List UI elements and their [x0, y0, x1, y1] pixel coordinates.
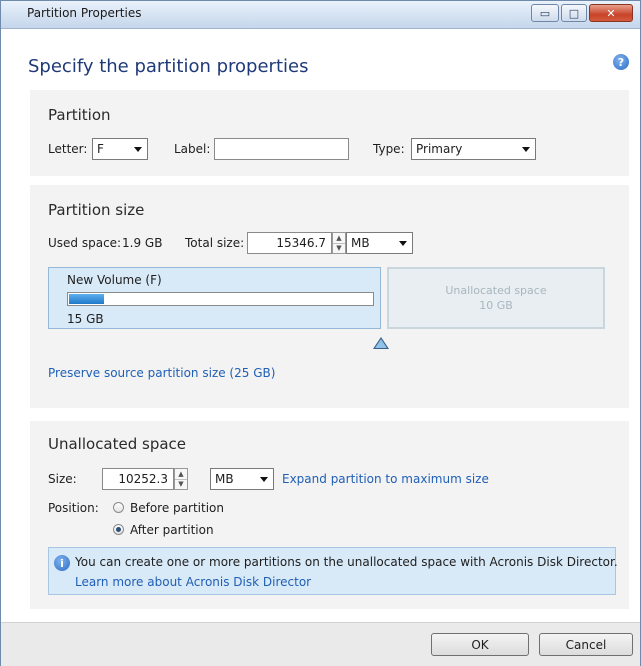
- preserve-size-link[interactable]: Preserve source partition size (25 GB): [48, 366, 275, 380]
- title-bar: Partition Properties ▭ □ ✕: [1, 1, 640, 29]
- volume-name: New Volume (F): [67, 273, 162, 287]
- resize-handle-icon[interactable]: [373, 337, 389, 349]
- total-size-unit: MB: [351, 236, 370, 250]
- volume-size: 15 GB: [67, 312, 104, 326]
- chevron-down-icon: [399, 241, 407, 246]
- partition-properties-window: Partition Properties ▭ □ ✕ Specify the p…: [0, 0, 641, 666]
- before-partition-radio[interactable]: [113, 502, 124, 513]
- info-icon: i: [54, 555, 70, 571]
- unallocated-space-block: Unallocated space 10 GB: [387, 267, 605, 329]
- unallocated-size-stepper[interactable]: ▲ ▼: [174, 468, 188, 490]
- type-value: Primary: [416, 142, 463, 156]
- close-icon: ✕: [606, 6, 616, 20]
- partition-volume-block[interactable]: New Volume (F) 15 GB: [48, 267, 381, 329]
- after-partition-label[interactable]: After partition: [130, 523, 214, 537]
- label-input[interactable]: [214, 138, 349, 160]
- after-partition-radio[interactable]: [113, 524, 124, 535]
- window-title: Partition Properties: [27, 6, 142, 20]
- total-size-unit-select[interactable]: MB: [346, 232, 413, 254]
- spin-down-icon[interactable]: ▼: [175, 479, 187, 489]
- unallocated-size-input[interactable]: 10252.3: [102, 468, 174, 490]
- info-text: You can create one or more partitions on…: [75, 555, 618, 569]
- dialog-footer: OK Cancel: [1, 622, 640, 666]
- unallocated-unit: MB: [215, 472, 234, 486]
- label-label: Label:: [174, 142, 211, 156]
- chevron-down-icon: [260, 477, 268, 482]
- unallocated-size-value: 10252.3: [118, 472, 168, 486]
- maximize-button[interactable]: □: [561, 4, 587, 22]
- type-select[interactable]: Primary: [411, 138, 536, 160]
- volume-usage-fill: [69, 294, 104, 304]
- unallocated-block-size: 10 GB: [479, 299, 513, 312]
- cancel-button[interactable]: Cancel: [539, 633, 633, 656]
- help-icon[interactable]: ?: [613, 54, 629, 70]
- before-partition-label[interactable]: Before partition: [130, 501, 224, 515]
- unallocated-unit-select[interactable]: MB: [210, 468, 274, 490]
- expand-partition-link[interactable]: Expand partition to maximum size: [282, 472, 489, 486]
- spin-down-icon[interactable]: ▼: [333, 243, 345, 253]
- used-space-value: 1.9 GB: [122, 236, 163, 250]
- unallocated-block-title: Unallocated space: [445, 284, 547, 297]
- letter-select[interactable]: F: [92, 138, 148, 160]
- maximize-icon: □: [568, 6, 580, 20]
- type-label: Type:: [373, 142, 405, 156]
- info-banner: i You can create one or more partitions …: [48, 547, 618, 595]
- minimize-button[interactable]: ▭: [531, 4, 559, 22]
- close-button[interactable]: ✕: [589, 4, 633, 22]
- minimize-icon: ▭: [539, 6, 551, 20]
- learn-more-link[interactable]: Learn more about Acronis Disk Director: [75, 575, 311, 589]
- page-heading: Specify the partition properties: [28, 56, 309, 77]
- unallocated-section-title: Unallocated space: [48, 435, 187, 453]
- ok-button[interactable]: OK: [431, 633, 529, 656]
- partition-section: Partition Letter: F Label: Type: Primary: [30, 90, 629, 176]
- partition-size-title: Partition size: [48, 201, 145, 219]
- letter-value: F: [97, 142, 104, 156]
- total-size-stepper[interactable]: ▲ ▼: [332, 232, 346, 254]
- letter-label: Letter:: [48, 142, 88, 156]
- used-space-label: Used space:: [48, 236, 122, 250]
- total-size-label: Total size:: [185, 236, 245, 250]
- volume-usage-bar: [67, 292, 374, 306]
- chevron-down-icon: [134, 147, 142, 152]
- chevron-down-icon: [522, 147, 530, 152]
- total-size-input[interactable]: 15346.7: [247, 232, 332, 254]
- size-label: Size:: [48, 472, 77, 486]
- position-label: Position:: [48, 501, 99, 515]
- partition-section-title: Partition: [48, 106, 111, 124]
- total-size-value: 15346.7: [276, 236, 326, 250]
